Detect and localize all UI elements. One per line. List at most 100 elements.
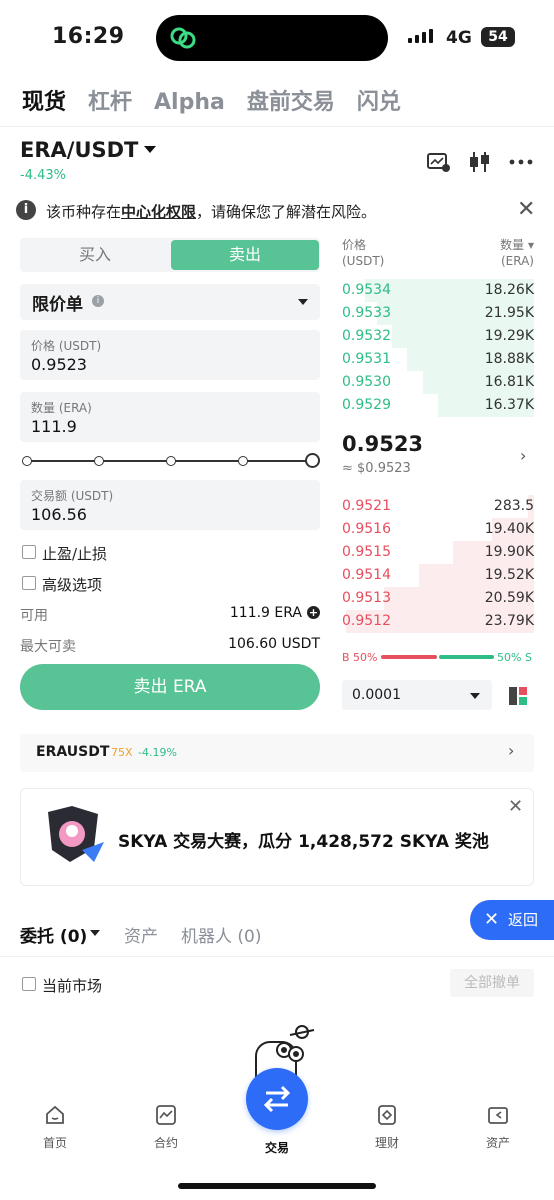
- tab-bots[interactable]: 机器人 (0): [181, 922, 261, 947]
- info-icon[interactable]: i: [92, 295, 104, 307]
- current-market-checkbox[interactable]: [22, 977, 36, 991]
- buy-ratio-bar: [381, 655, 437, 659]
- more-icon[interactable]: [508, 150, 534, 174]
- contract-leverage: 75X: [111, 746, 133, 759]
- add-funds-icon[interactable]: +: [307, 606, 320, 619]
- earn-icon: [378, 1105, 396, 1125]
- sell-submit-button[interactable]: 卖出 ERA: [20, 664, 320, 710]
- advanced-label[interactable]: 高级选项: [42, 574, 102, 595]
- risk-notice: 该币种存在中心化权限，请确保您了解潜在风险。: [46, 203, 377, 221]
- depth-precision-value: 0.0001: [352, 687, 401, 703]
- ask-qty: 16.37K: [484, 397, 534, 413]
- back-button[interactable]: 返回: [470, 900, 554, 940]
- tab-premarket[interactable]: 盘前交易: [247, 84, 335, 116]
- chart-settings-icon[interactable]: [426, 150, 452, 174]
- bid-qty: 19.90K: [484, 544, 534, 560]
- centralized-permission-link[interactable]: 中心化权限: [121, 203, 196, 221]
- max-sell-label: 最大可卖: [20, 639, 76, 655]
- nav-earn-label: 理财: [374, 1136, 399, 1150]
- contract-change: -4.19%: [138, 746, 177, 759]
- tab-spot[interactable]: 现货: [22, 84, 66, 116]
- cancel-all-button[interactable]: 全部撤单: [450, 969, 534, 997]
- bid-price: 0.9513: [342, 590, 391, 606]
- tab-margin[interactable]: 杠杆: [88, 84, 132, 116]
- ask-qty: 18.26K: [484, 282, 534, 298]
- advanced-checkbox[interactable]: [22, 576, 36, 590]
- ask-row[interactable]: 0.9531 18.88K: [342, 348, 534, 371]
- bid-qty: 19.52K: [484, 567, 534, 583]
- bid-qty: 20.59K: [484, 590, 534, 606]
- candlestick-icon[interactable]: [467, 150, 493, 174]
- slider-handle[interactable]: [305, 453, 320, 468]
- ask-row[interactable]: 0.9530 16.81K: [342, 371, 534, 394]
- current-market-label[interactable]: 当前市场: [42, 975, 102, 996]
- tab-alpha[interactable]: Alpha: [154, 90, 225, 115]
- caret-down-icon[interactable]: [144, 146, 156, 153]
- app-link-icon: [170, 27, 196, 49]
- chevron-right-icon[interactable]: ›: [508, 741, 514, 760]
- close-notice-icon[interactable]: ✕: [517, 197, 535, 222]
- slider-stop-0[interactable]: [22, 456, 32, 466]
- buy-tab[interactable]: 买入: [20, 238, 170, 272]
- ask-qty: 18.88K: [484, 351, 534, 367]
- swap-arrows-icon: [263, 1085, 291, 1113]
- info-icon: i: [16, 200, 36, 220]
- ask-qty: 19.29K: [484, 328, 534, 344]
- bid-row[interactable]: 0.9513 20.59K: [342, 587, 534, 610]
- caret-down-icon[interactable]: [90, 930, 100, 936]
- ask-row[interactable]: 0.9532 19.29K: [342, 325, 534, 348]
- orderbook-layout-icon[interactable]: [508, 686, 528, 706]
- trophy-badge-icon: [48, 806, 104, 862]
- slider-stop-50[interactable]: [166, 456, 176, 466]
- promo-text: SKYA 交易大赛，瓜分 1,428,572 SKYA 奖池: [118, 832, 489, 852]
- bid-price: 0.9515: [342, 544, 391, 560]
- sell-tab[interactable]: 卖出: [171, 240, 319, 270]
- bid-row[interactable]: 0.9521 283.5: [342, 495, 534, 518]
- tab-assets[interactable]: 资产: [124, 922, 158, 947]
- bid-qty: 19.40K: [484, 521, 534, 537]
- close-banner-icon[interactable]: ✕: [508, 796, 523, 817]
- quantity-value[interactable]: 111.9: [31, 417, 77, 436]
- nav-earn[interactable]: 理财: [352, 1104, 422, 1151]
- ask-price: 0.9529: [342, 397, 391, 413]
- caret-down-icon[interactable]: [470, 693, 480, 699]
- orders-divider: [0, 956, 554, 957]
- nav-futures[interactable]: 合约: [131, 1104, 201, 1151]
- futures-icon: [156, 1105, 176, 1125]
- tab-orders[interactable]: 委托 (0): [20, 922, 87, 947]
- tp-sl-label[interactable]: 止盈/止损: [42, 543, 107, 564]
- amount-value[interactable]: 106.56: [31, 505, 87, 524]
- battery-icon: 54: [481, 27, 515, 47]
- bid-row[interactable]: 0.9515 19.90K: [342, 541, 534, 564]
- tab-convert[interactable]: 闪兑: [357, 84, 401, 116]
- close-icon[interactable]: ✕: [484, 909, 499, 930]
- ask-row[interactable]: 0.9533 21.95K: [342, 302, 534, 325]
- home-icon: [46, 1105, 64, 1124]
- chevron-right-icon[interactable]: ›: [520, 446, 526, 465]
- nav-home[interactable]: 首页: [20, 1104, 90, 1151]
- slider-stop-25[interactable]: [94, 456, 104, 466]
- last-price-usd: ≈ $0.9523: [342, 461, 411, 476]
- pair-selector[interactable]: ERA/USDT: [20, 138, 138, 162]
- nav-assets[interactable]: 资产: [463, 1104, 533, 1151]
- caret-down-icon[interactable]: [298, 299, 308, 305]
- price-label: 价格 (USDT): [31, 339, 102, 353]
- bid-row[interactable]: 0.9514 19.52K: [342, 564, 534, 587]
- ask-row[interactable]: 0.9529 16.37K: [342, 394, 534, 417]
- signal-icon: [408, 29, 433, 43]
- tp-sl-checkbox[interactable]: [22, 545, 36, 559]
- wallet-icon: [488, 1107, 508, 1124]
- bid-row[interactable]: 0.9512 23.79K: [342, 610, 534, 633]
- nav-trade-label[interactable]: 交易: [242, 1139, 312, 1156]
- home-indicator: [178, 1183, 376, 1189]
- bid-row[interactable]: 0.9516 19.40K: [342, 518, 534, 541]
- price-value[interactable]: 0.9523: [31, 355, 87, 374]
- ask-price: 0.9532: [342, 328, 391, 344]
- slider-stop-75[interactable]: [238, 456, 248, 466]
- ask-price: 0.9534: [342, 282, 391, 298]
- orderbook-qty-header[interactable]: 数量 ▾ (ERA): [470, 237, 534, 269]
- trade-fab-button[interactable]: [246, 1068, 308, 1130]
- last-price[interactable]: 0.9523: [342, 432, 423, 456]
- ask-row[interactable]: 0.9534 18.26K: [342, 279, 534, 302]
- ask-price: 0.9530: [342, 374, 391, 390]
